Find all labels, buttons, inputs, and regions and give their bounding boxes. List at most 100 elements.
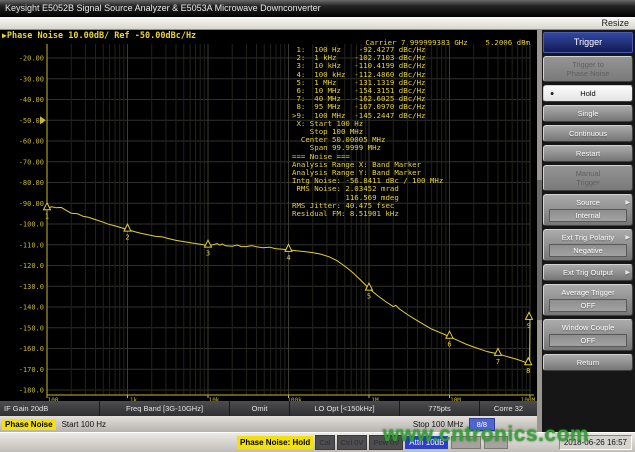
y-tick-label: -60.00 bbox=[19, 138, 44, 146]
softkey-scrollbar[interactable] bbox=[537, 30, 542, 432]
power-voltage-indicator: Pow 0V bbox=[369, 435, 403, 450]
y-tick-label: -160.0 bbox=[19, 345, 44, 353]
datetime-display: 2018-06-26 16:57 bbox=[559, 435, 632, 450]
y-tick-label: -110.0 bbox=[19, 241, 44, 249]
y-tick-label: -80.00 bbox=[19, 179, 44, 187]
y-tick-label: -180.0 bbox=[19, 387, 44, 395]
measurement-state-badge: Phase Noise: Hold bbox=[237, 436, 313, 449]
marker-3-label: 3 bbox=[206, 250, 210, 258]
system-taskbar: Phase Noise: Hold Cal Ctrl 0V Pow 0V Att… bbox=[0, 432, 635, 452]
softkey-continuous[interactable]: Continuous bbox=[543, 125, 633, 142]
marker-readout: 1: 100 Hz -92.4277 dBc/Hz 2: 1 kHz -102.… bbox=[292, 46, 443, 218]
softkey-label: Window Couple bbox=[562, 323, 615, 332]
softkey-ext-trig-polarity[interactable]: Ext Trig Polarity Negative▶ bbox=[543, 229, 633, 261]
softkey-manual: ManualTrigger bbox=[543, 165, 633, 191]
marker-6-label: 6 bbox=[447, 341, 451, 349]
status-indicator-1 bbox=[451, 436, 481, 449]
status-seg-4: 775pts bbox=[400, 401, 480, 416]
softkey-menu: Trigger Trigger toPhase Noise ● Hold Single… bbox=[543, 32, 633, 371]
softkey-label-2: Phase Noise bbox=[567, 69, 610, 78]
marker-8-label: 8 bbox=[526, 367, 530, 375]
softkey-label: Return bbox=[577, 358, 600, 367]
marker-4-icon bbox=[285, 244, 292, 251]
instrument-screen: ▶Phase Noise 10.00dB/ Ref -50.00dBc/Hz C… bbox=[0, 30, 537, 432]
marker-7-icon bbox=[494, 348, 501, 355]
softkey-single[interactable]: Single bbox=[543, 105, 633, 122]
status-indicator-2 bbox=[484, 436, 508, 449]
softkey-menu-title: Trigger bbox=[543, 32, 633, 53]
softkey-source[interactable]: Source Internal▶ bbox=[543, 194, 633, 226]
status-seg-5: Corre 32 bbox=[480, 401, 537, 416]
y-tick-label: -50.00 bbox=[19, 117, 44, 125]
window-page-badge[interactable]: 8/8 bbox=[469, 418, 495, 431]
phase-noise-plot: -20.00 -30.00 -40.00 -50.00 -60.00 -70.00 -80.… bbox=[0, 42, 537, 401]
softkey-scrollbar-thumb[interactable] bbox=[537, 180, 542, 320]
stop-frequency-label: Stop 100 MHz bbox=[413, 420, 464, 429]
trace-header-label: Phase Noise 10.00dB/ Ref -50.00dBc/Hz bbox=[7, 31, 196, 41]
submenu-arrow-icon: ▶ bbox=[625, 199, 630, 208]
softkey-label: Single bbox=[578, 109, 599, 118]
softkey-label: Ext Trig Output bbox=[563, 268, 613, 277]
softkey-label-2: Trigger bbox=[576, 178, 599, 187]
marker-1-icon bbox=[44, 203, 51, 210]
ctrl-voltage-indicator: Ctrl 0V bbox=[337, 435, 368, 450]
y-tick-label: -100.0 bbox=[19, 221, 44, 229]
measurement-status-row: IF Gain 20dBFreq Band [3G-10GHz]OmitLO O… bbox=[0, 401, 537, 416]
softkey-average-trigger[interactable]: Average Trigger OFF bbox=[543, 284, 633, 316]
y-tick-label: -150.0 bbox=[19, 324, 44, 332]
status-seg-2: Omit bbox=[230, 401, 290, 416]
marker-4-label: 4 bbox=[286, 254, 290, 262]
softkey-value: OFF bbox=[549, 299, 627, 312]
selected-bullet-icon: ● bbox=[550, 89, 554, 98]
measurement-bar: Phase Noise Start 100 Hz Stop 100 MHz 8/… bbox=[0, 416, 537, 432]
window-title: Keysight E5052B Signal Source Analyzer &… bbox=[0, 0, 635, 17]
measurement-type-badge[interactable]: Phase Noise bbox=[2, 419, 56, 430]
softkey-label: Continuous bbox=[569, 129, 607, 138]
y-tick-label: -20.00 bbox=[19, 55, 44, 63]
trace-header: ▶Phase Noise 10.00dB/ Ref -50.00dBc/Hz bbox=[2, 31, 196, 41]
resize-button[interactable]: Resize bbox=[0, 17, 635, 30]
marker-8-icon bbox=[525, 358, 532, 365]
submenu-arrow-icon: ▶ bbox=[625, 269, 630, 278]
marker-2-label: 2 bbox=[125, 234, 129, 242]
softkey-hold[interactable]: ● Hold bbox=[543, 85, 633, 102]
status-seg-0: IF Gain 20dB bbox=[0, 401, 100, 416]
submenu-arrow-icon: ▶ bbox=[625, 234, 630, 243]
y-tick-label: -40.00 bbox=[19, 96, 44, 104]
cal-indicator: Cal bbox=[315, 435, 334, 450]
softkey-ext-trig-output[interactable]: Ext Trig Output ▶ bbox=[543, 264, 633, 281]
y-tick-label: -30.00 bbox=[19, 75, 44, 83]
softkey-return[interactable]: Return bbox=[543, 354, 633, 371]
softkey-label: Manual bbox=[576, 169, 601, 178]
y-tick-label: -130.0 bbox=[19, 283, 44, 291]
softkey-window-couple[interactable]: Window Couple OFF bbox=[543, 319, 633, 351]
y-tick-label: -120.0 bbox=[19, 262, 44, 270]
softkey-label: Hold bbox=[580, 89, 595, 98]
status-seg-1: Freq Band [3G-10GHz] bbox=[100, 401, 230, 416]
softkey-label: Average Trigger bbox=[561, 288, 614, 297]
softkey-value: Negative bbox=[549, 244, 627, 257]
y-tick-label: -170.0 bbox=[19, 366, 44, 374]
softkey-restart[interactable]: Restart bbox=[543, 145, 633, 162]
softkey-value: Internal bbox=[549, 209, 627, 222]
y-tick-label: -140.0 bbox=[19, 304, 44, 312]
status-seg-3: LO Opt [<150kHz] bbox=[290, 401, 400, 416]
y-tick-label: -70.00 bbox=[19, 158, 44, 166]
marker-7-label: 7 bbox=[496, 358, 500, 366]
marker-3-icon bbox=[205, 240, 212, 247]
marker-6-icon bbox=[446, 331, 453, 338]
start-frequency-label: Start 100 Hz bbox=[62, 420, 106, 429]
softkey-label: Ext Trig Polarity bbox=[562, 233, 615, 242]
marker-2-icon bbox=[124, 224, 131, 231]
softkey-trigger-to: Trigger toPhase Noise bbox=[543, 56, 633, 82]
softkey-value: OFF bbox=[549, 334, 627, 347]
marker-1-label: 1 bbox=[45, 212, 49, 220]
softkey-label: Source bbox=[576, 198, 600, 207]
y-tick-label: -90.00 bbox=[19, 200, 44, 208]
attenuator-indicator: Attn 10dB bbox=[405, 436, 448, 449]
marker-5-label: 5 bbox=[367, 293, 371, 301]
softkey-label: Trigger to bbox=[572, 60, 604, 69]
softkey-label: Restart bbox=[576, 149, 600, 158]
marker-9-label: 9 bbox=[527, 322, 531, 330]
softkey-sidebar: Trigger Trigger toPhase Noise ● Hold Single… bbox=[537, 30, 635, 432]
